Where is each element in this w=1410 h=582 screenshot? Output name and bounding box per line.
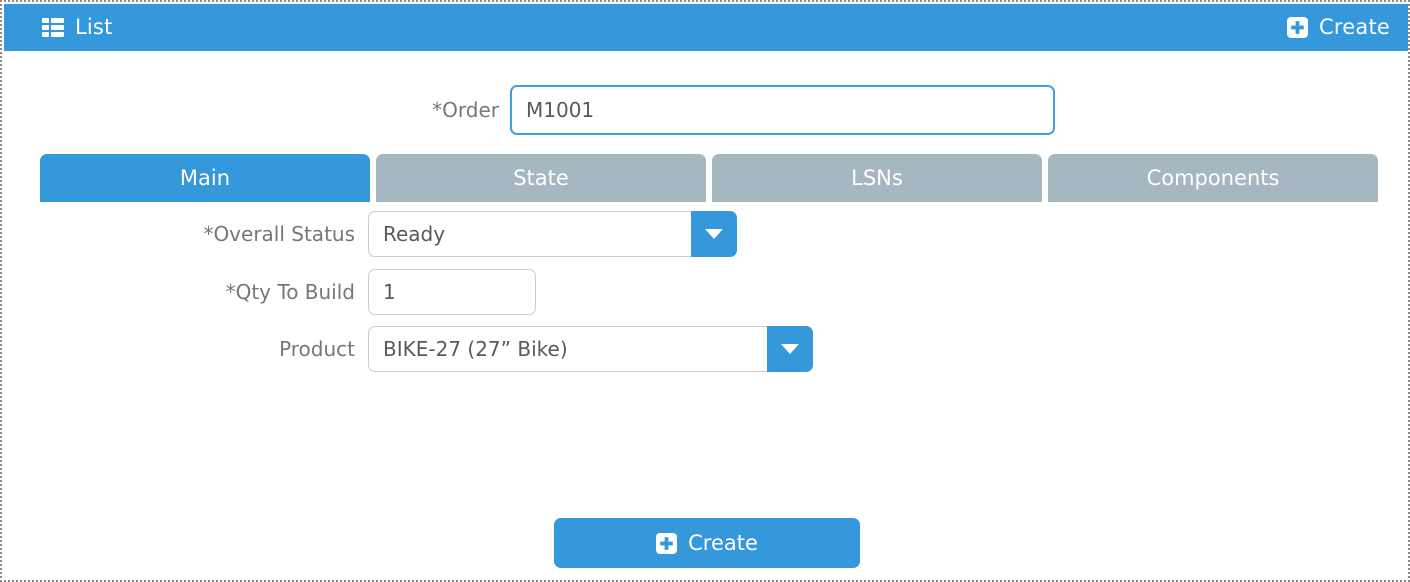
product-dropdown-button[interactable] <box>767 326 813 372</box>
qty-to-build-label: *Qty To Build <box>225 280 355 304</box>
product-label: Product <box>279 337 355 361</box>
qty-to-build-row: *Qty To Build <box>2 269 1408 315</box>
overall-status-dropdown-button[interactable] <box>691 211 737 257</box>
tab-lsns[interactable]: LSNs <box>712 154 1042 202</box>
qty-to-build-input[interactable] <box>368 269 536 315</box>
app-header: List Create <box>4 4 1408 51</box>
order-label: *Order <box>432 98 499 122</box>
list-nav-button[interactable]: List <box>42 17 113 38</box>
overall-status-label: *Overall Status <box>203 222 355 246</box>
list-grid-icon <box>42 18 64 37</box>
product-row: Product <box>2 326 1408 372</box>
create-submit-label: Create <box>688 531 758 555</box>
plus-square-icon <box>656 532 678 554</box>
create-submit-button[interactable]: Create <box>554 518 860 568</box>
tab-bar: Main State LSNs Components <box>40 154 1378 202</box>
tab-main[interactable]: Main <box>40 154 370 202</box>
caret-down-icon <box>705 229 723 239</box>
application-window: List Create *Order Main State LSNs Compo… <box>0 0 1410 582</box>
overall-status-combo <box>368 211 737 257</box>
order-input[interactable] <box>510 85 1055 135</box>
header-create-button[interactable]: Create <box>1287 17 1390 38</box>
tab-state[interactable]: State <box>376 154 706 202</box>
tab-components[interactable]: Components <box>1048 154 1378 202</box>
order-field-row: *Order <box>2 85 1408 135</box>
plus-square-icon <box>1287 17 1309 38</box>
submit-area: Create <box>2 518 1408 568</box>
overall-status-input[interactable] <box>368 211 691 257</box>
list-nav-label: List <box>75 15 113 39</box>
header-create-label: Create <box>1319 15 1390 39</box>
overall-status-row: *Overall Status <box>2 211 1408 257</box>
product-input[interactable] <box>368 326 767 372</box>
product-combo <box>368 326 813 372</box>
caret-down-icon <box>781 344 799 354</box>
